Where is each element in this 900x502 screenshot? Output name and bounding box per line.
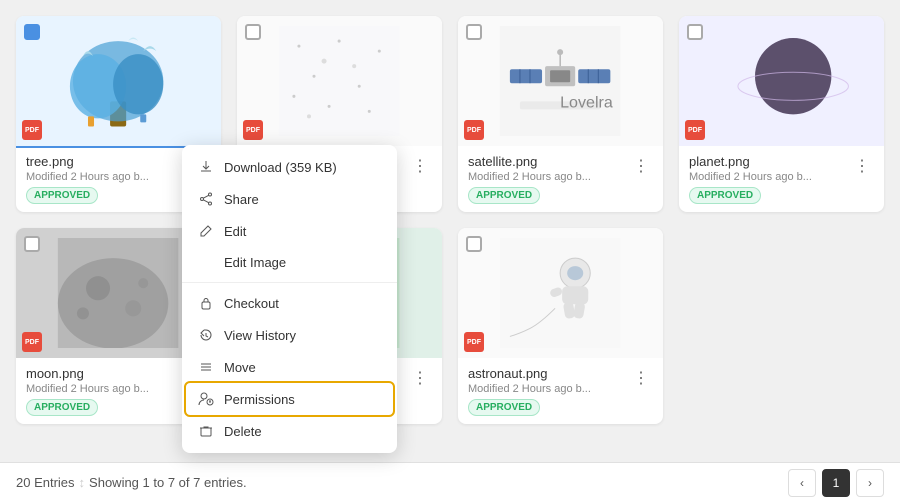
card-name-astronaut: astronaut.png [468,366,629,381]
thumb-stars: PDF [237,16,442,146]
showing-text: Showing 1 to 7 of 7 entries. [89,475,247,490]
thumb-tree: PDF [16,16,221,146]
menu-label-checkout: Checkout [224,296,279,311]
card-date-satellite: Modified 2 Hours ago b... [468,171,629,183]
menu-item-share[interactable]: Share [182,183,397,215]
menu-item-permissions[interactable]: Permissions [186,383,393,415]
checkbox-moon[interactable] [24,236,40,252]
menu-item-edit[interactable]: Edit [182,215,397,247]
planet-illustration [694,26,868,137]
entries-count: 20 Entries [16,475,75,490]
download-icon [198,159,214,175]
share-icon [198,191,214,207]
thumb-astronaut: PDF [458,228,663,358]
footer-left: 20 Entries ↕ Showing 1 to 7 of 7 entries… [16,475,247,490]
context-menu: Download (359 KB) Share Edit Edit Image … [182,145,397,453]
card-date-tree: Modified 2 Hours ago b... [26,171,187,183]
menu-label-download: Download (359 KB) [224,160,337,175]
thumb-satellite: Lovelra PDF [458,16,663,146]
checkbox-satellite[interactable] [466,24,482,40]
permissions-icon [198,391,214,407]
more-button-stars[interactable]: ⋮ [408,154,432,178]
pagination: ‹ 1 › [788,469,884,497]
edit-icon [198,223,214,239]
astronaut-illustration [473,238,647,349]
file-type-icon-tree: PDF [22,120,42,140]
card-satellite: Lovelra PDF satellite.png Modified 2 Hou… [458,16,663,212]
delete-icon [198,423,214,439]
badge-satellite: APPROVED [468,187,540,204]
menu-item-download[interactable]: Download (359 KB) [182,151,397,183]
menu-label-view-history: View History [224,328,296,343]
more-button-satellite[interactable]: ⋮ [629,154,653,178]
menu-label-delete: Delete [224,424,262,439]
menu-label-edit: Edit [224,224,246,239]
history-icon [198,327,214,343]
menu-item-checkout[interactable]: Checkout [182,287,397,319]
entries-separator: ↕ [79,475,86,490]
card-text-astronaut: astronaut.png Modified 2 Hours ago b... … [468,366,629,416]
card-date-astronaut: Modified 2 Hours ago b... [468,383,629,395]
badge-moon: APPROVED [26,399,98,416]
more-button-planet[interactable]: ⋮ [850,154,874,178]
more-button-astronaut[interactable]: ⋮ [629,366,653,390]
file-type-icon-satellite: PDF [464,120,484,140]
card-info-astronaut: astronaut.png Modified 2 Hours ago b... … [458,358,663,424]
card-astronaut: PDF astronaut.png Modified 2 Hours ago b… [458,228,663,424]
card-info-planet: planet.png Modified 2 Hours ago b... APP… [679,146,884,212]
badge-planet: APPROVED [689,187,761,204]
stars-illustration [252,26,426,137]
badge-tree: APPROVED [26,187,98,204]
card-text-satellite: satellite.png Modified 2 Hours ago b... … [468,154,629,204]
footer: 20 Entries ↕ Showing 1 to 7 of 7 entries… [0,462,900,502]
svg-text:Lovelra: Lovelra [561,93,614,111]
card-text-tree: tree.png Modified 2 Hours ago b... APPRO… [26,154,187,204]
menu-label-permissions: Permissions [224,392,295,407]
file-type-icon-planet: PDF [685,120,705,140]
moon-illustration [31,238,205,349]
move-icon [198,359,214,375]
card-date-moon: Modified 2 Hours ago b... [26,383,187,395]
more-button-green[interactable]: ⋮ [408,366,432,390]
card-name-satellite: satellite.png [468,154,629,169]
tree-illustration [31,26,205,137]
file-grid: PDF tree.png Modified 2 Hours ago b... A… [0,0,900,440]
menu-label-edit-image: Edit Image [224,255,286,270]
file-type-icon-stars: PDF [243,120,263,140]
menu-item-move[interactable]: Move [182,351,397,383]
thumb-planet: PDF [679,16,884,146]
satellite-illustration: Lovelra [473,26,647,137]
page-1-button[interactable]: 1 [822,469,850,497]
menu-label-share: Share [224,192,259,207]
menu-divider-1 [182,282,397,283]
next-page-button[interactable]: › [856,469,884,497]
card-text-planet: planet.png Modified 2 Hours ago b... APP… [689,154,850,204]
lock-icon [198,295,214,311]
card-name-moon: moon.png [26,366,187,381]
card-info-satellite: satellite.png Modified 2 Hours ago b... … [458,146,663,212]
checkbox-astronaut[interactable] [466,236,482,252]
file-type-icon-astronaut: PDF [464,332,484,352]
menu-item-view-history[interactable]: View History [182,319,397,351]
card-text-moon: moon.png Modified 2 Hours ago b... APPRO… [26,366,187,416]
checkbox-stars[interactable] [245,24,261,40]
checkbox-planet[interactable] [687,24,703,40]
badge-astronaut: APPROVED [468,399,540,416]
menu-label-move: Move [224,360,256,375]
card-name-planet: planet.png [689,154,850,169]
main-container: PDF tree.png Modified 2 Hours ago b... A… [0,0,900,440]
menu-item-delete[interactable]: Delete [182,415,397,447]
file-type-icon-moon: PDF [22,332,42,352]
menu-item-edit-image[interactable]: Edit Image [182,247,397,278]
prev-page-button[interactable]: ‹ [788,469,816,497]
checkbox-tree[interactable] [24,24,40,40]
card-name-tree: tree.png [26,154,187,169]
card-planet: PDF planet.png Modified 2 Hours ago b...… [679,16,884,212]
card-date-planet: Modified 2 Hours ago b... [689,171,850,183]
